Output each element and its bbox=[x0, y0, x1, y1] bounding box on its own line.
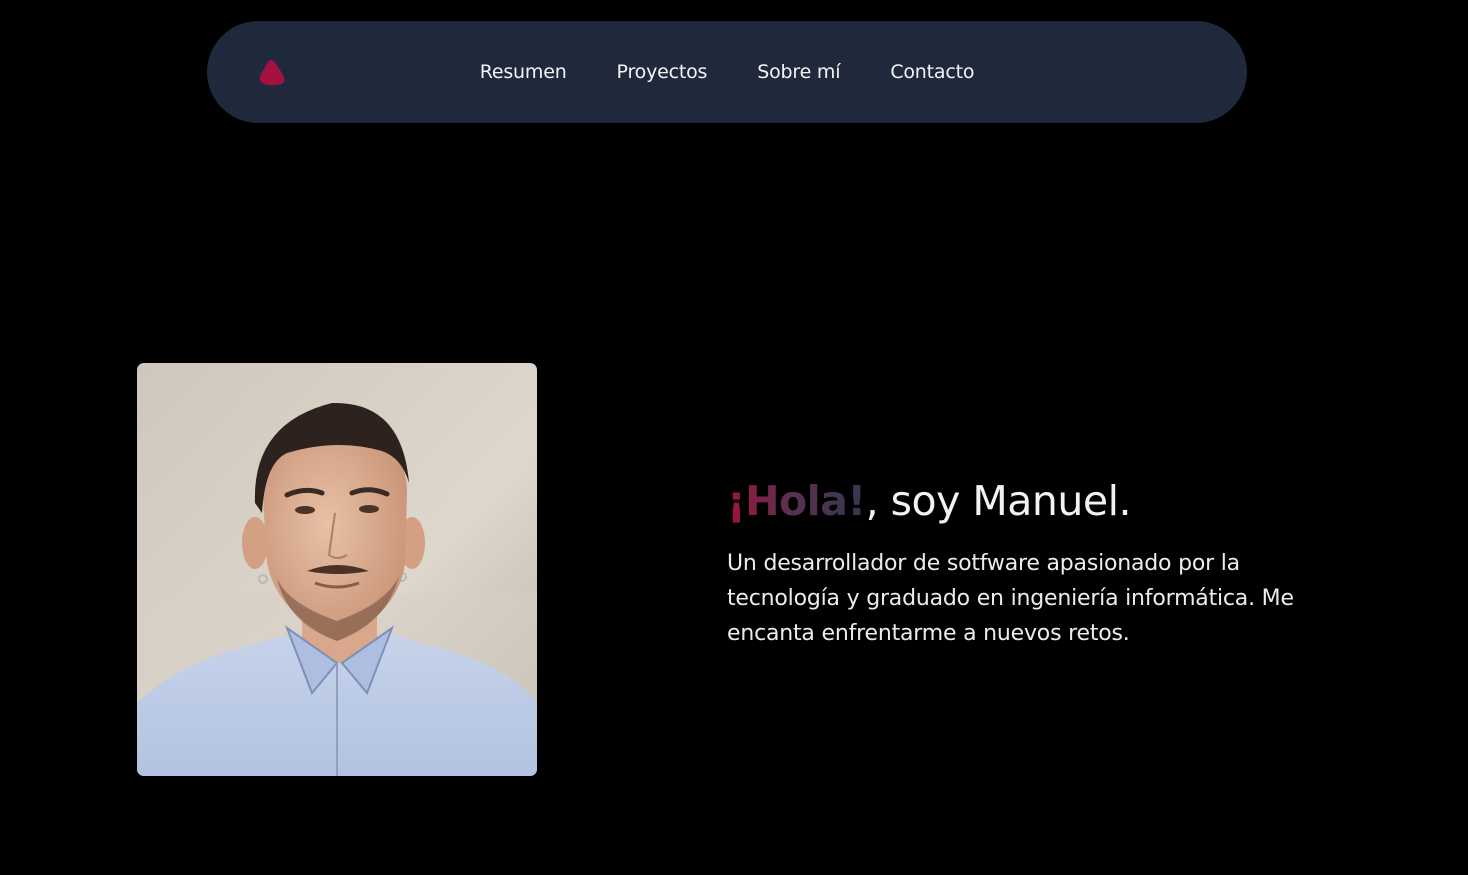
profile-photo bbox=[137, 363, 537, 776]
greeting-rest: , soy Manuel. bbox=[865, 477, 1132, 525]
hero-text: ¡Hola!, soy Manuel. Un desarrollador de … bbox=[727, 472, 1347, 651]
top-navbar: Resumen Proyectos Sobre mí Contacto bbox=[207, 21, 1247, 123]
greeting-highlight: ¡Hola! bbox=[727, 477, 866, 525]
nav-link-resumen[interactable]: Resumen bbox=[480, 61, 567, 83]
intro-paragraph: Un desarrollador de sotfware apasionado … bbox=[727, 551, 1294, 646]
nav-link-proyectos[interactable]: Proyectos bbox=[617, 61, 708, 83]
nav-link-contacto[interactable]: Contacto bbox=[890, 61, 974, 83]
greeting-heading: ¡Hola!, soy Manuel. bbox=[727, 472, 1347, 530]
nav-link-sobre-mi[interactable]: Sobre mí bbox=[757, 61, 840, 83]
nav-links: Resumen Proyectos Sobre mí Contacto bbox=[207, 21, 1247, 123]
